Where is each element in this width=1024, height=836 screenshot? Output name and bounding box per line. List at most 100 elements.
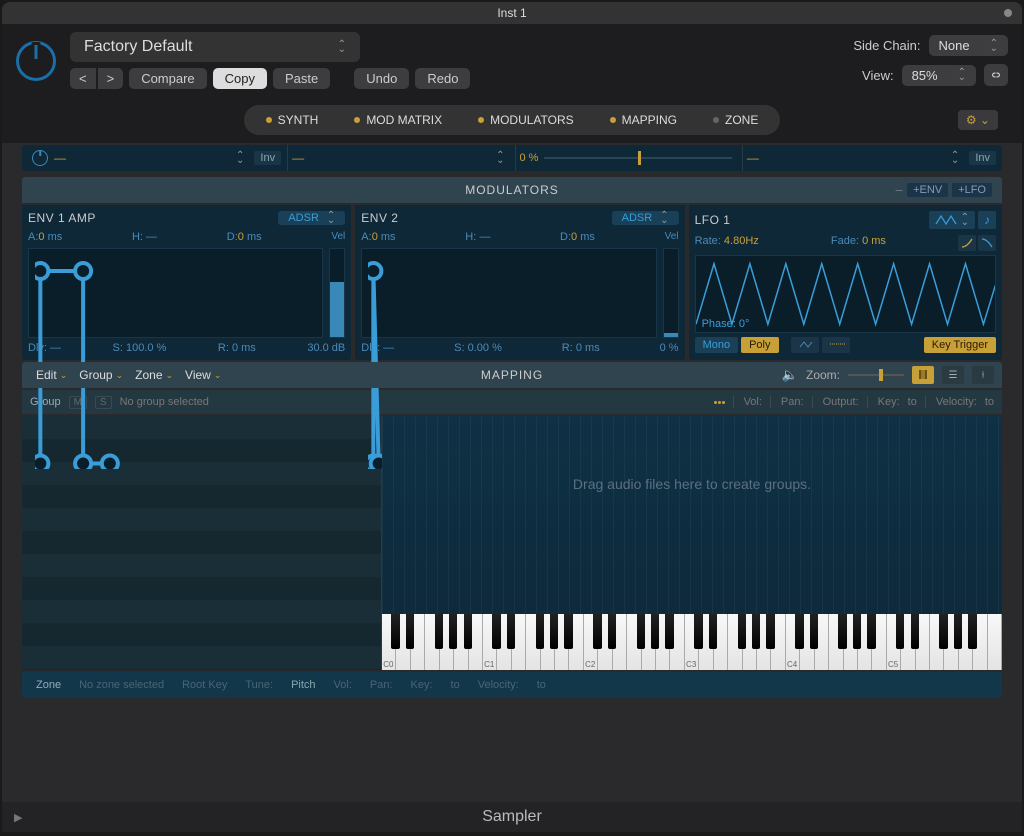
env2-hold[interactable]: H: — [465,231,490,244]
key-map-area[interactable]: Drag audio files here to create groups. … [382,416,1002,670]
lfo-mono-button[interactable]: Mono [695,337,739,353]
chevron-updown-icon: ⌃⌄ [958,70,966,80]
lfo-shape2-icon[interactable] [822,337,850,353]
undo-button[interactable]: Undo [354,68,409,89]
tab-mapping[interactable]: MAPPING [592,109,695,131]
env1-vel-amount[interactable]: 30.0 dB [307,342,345,354]
lfo-poly-button[interactable]: Poly [741,337,778,353]
lfo-sync-button[interactable]: ♪ [978,211,996,229]
chevron-updown-icon[interactable]: ⌃⌄ [496,153,504,163]
lfo-shape1-icon[interactable] [791,337,819,353]
copy-button[interactable]: Copy [213,68,267,89]
panel-title: LFO 1 [695,213,731,227]
compare-button[interactable]: Compare [129,68,206,89]
lfo-rate[interactable]: Rate: 4.80Hz [695,235,759,251]
zoom-label: Zoom: [806,368,840,382]
speaker-icon[interactable]: 🔈 [782,367,798,383]
modulators-header: MODULATORS − +ENV +LFO [22,177,1002,203]
group-menu[interactable]: Group⌄ [73,368,129,382]
titlebar-indicator [1004,9,1012,17]
power-button[interactable] [16,41,56,81]
chevron-updown-icon: ⌃⌄ [990,41,998,51]
tab-zone[interactable]: ZONE [695,109,776,131]
invert-toggle[interactable]: Inv [969,151,996,165]
fade-out-icon[interactable] [978,235,996,251]
lfo-fade[interactable]: Fade: 0 ms [831,235,886,251]
lfo-waveform-display[interactable]: Phase: 0° [695,255,996,333]
env2-mode-select[interactable]: ADSR⌃⌄ [612,211,679,225]
invert-toggle[interactable]: Inv [254,151,281,165]
view-label: View: [862,68,894,83]
lfo-phase[interactable]: Phase: 0° [698,316,754,332]
mod-row-bar: — ⌃⌄ Inv — ⌃⌄ 0 % — ⌃⌄ Inv [22,145,1002,171]
preset-selector[interactable]: Factory Default ⌃⌄ [70,32,360,62]
link-button[interactable] [984,64,1008,86]
zone-label: Zone [36,679,61,691]
chevron-updown-icon: ⌃⌄ [338,42,346,52]
env2-vel-amount[interactable]: 0 % [660,342,679,354]
prev-preset-button[interactable]: < [70,68,96,89]
mod-slot-power[interactable] [32,150,48,166]
env1-mode-select[interactable]: ADSR⌃⌄ [278,211,345,225]
play-icon[interactable]: ▶ [14,811,22,824]
env1-graph[interactable] [28,248,323,338]
env2-attack[interactable]: A: 0 ms [361,231,395,244]
panel-title: ENV 1 AMP [28,211,96,225]
env1-attack[interactable]: A: 0 ms [28,231,62,244]
mapping-header: Edit⌄ Group⌄ Zone⌄ View⌄ MAPPING 🔈 Zoom:… [22,362,1002,388]
env2-panel: ENV 2 ADSR⌃⌄ A: 0 ms H: — D: 0 ms Vel [355,205,684,360]
view-tabs: SYNTH MOD MATRIX MODULATORS MAPPING ZONE… [2,97,1022,143]
chevron-updown-icon[interactable]: ⌃⌄ [951,153,959,163]
chevron-updown-icon[interactable]: ⌃⌄ [236,153,244,163]
view-keymap-icon[interactable]: ⫼⫼ [912,366,934,384]
vel-label: Vel [665,231,679,242]
remove-modulator-button[interactable]: − [895,182,903,198]
preset-name: Factory Default [84,38,192,56]
tab-modulators[interactable]: MODULATORS [460,109,592,131]
drag-hint: Drag audio files here to create groups. [382,476,1002,492]
toolbar: Factory Default ⌃⌄ < > Compare Copy Past… [2,24,1022,97]
mod-slot-dst[interactable]: — [747,151,759,165]
section-title: MAPPING [481,368,543,382]
env1-panel: ENV 1 AMP ADSR⌃⌄ A: 0 ms H: — D: 0 ms Ve… [22,205,351,360]
fade-in-icon[interactable] [958,235,976,251]
section-title: MODULATORS [465,183,559,197]
view-list-icon[interactable]: ☰ [942,366,964,384]
settings-button[interactable]: ⚙ ⌄ [958,110,998,130]
add-env-button[interactable]: +ENV [907,183,948,197]
tab-synth[interactable]: SYNTH [248,109,337,131]
lfo-waveform-select[interactable]: ⌃⌄ [929,211,975,229]
add-lfo-button[interactable]: +LFO [952,183,992,197]
view-zone-icon[interactable]: ⫮ [972,366,994,384]
zoom-slider[interactable] [848,374,904,376]
window-title: Inst 1 [497,6,526,20]
piano-keyboard[interactable]: C0C1C2C3C4C5 [382,614,1002,670]
footer: ▶ Sampler [2,802,1022,832]
zone-menu[interactable]: Zone⌄ [129,368,179,382]
env2-decay[interactable]: D: 0 ms [560,231,595,244]
paste-button[interactable]: Paste [273,68,330,89]
lfo1-panel: LFO 1 ⌃⌄ ♪ Rate: 4.80Hz Fade: 0 ms [689,205,1002,360]
env1-hold[interactable]: H: — [132,231,157,244]
env2-graph[interactable] [361,248,656,338]
env1-vel-slider[interactable] [329,248,345,338]
side-chain-select[interactable]: None ⌃⌄ [929,35,1008,56]
mod-slot-via[interactable]: — [292,151,304,165]
edit-menu[interactable]: Edit⌄ [30,368,73,382]
titlebar: Inst 1 [2,2,1022,24]
mod-amount-slider[interactable] [544,157,731,159]
zone-info-bar: Zone No zone selected Root Key Tune: Pit… [22,672,1002,698]
list-icon[interactable] [714,401,725,404]
instrument-name: Sampler [482,808,542,826]
tab-mod-matrix[interactable]: MOD MATRIX [336,109,460,131]
panel-title: ENV 2 [361,211,398,225]
next-preset-button[interactable]: > [98,68,124,89]
mod-slot-src[interactable]: — [54,151,66,165]
lfo-key-trigger-button[interactable]: Key Trigger [924,337,996,353]
view-zoom-select[interactable]: 85% ⌃⌄ [902,65,976,86]
view-menu[interactable]: View⌄ [179,368,227,382]
env2-vel-slider[interactable] [663,248,679,338]
env1-decay[interactable]: D: 0 ms [227,231,262,244]
redo-button[interactable]: Redo [415,68,470,89]
side-chain-label: Side Chain: [853,38,920,53]
